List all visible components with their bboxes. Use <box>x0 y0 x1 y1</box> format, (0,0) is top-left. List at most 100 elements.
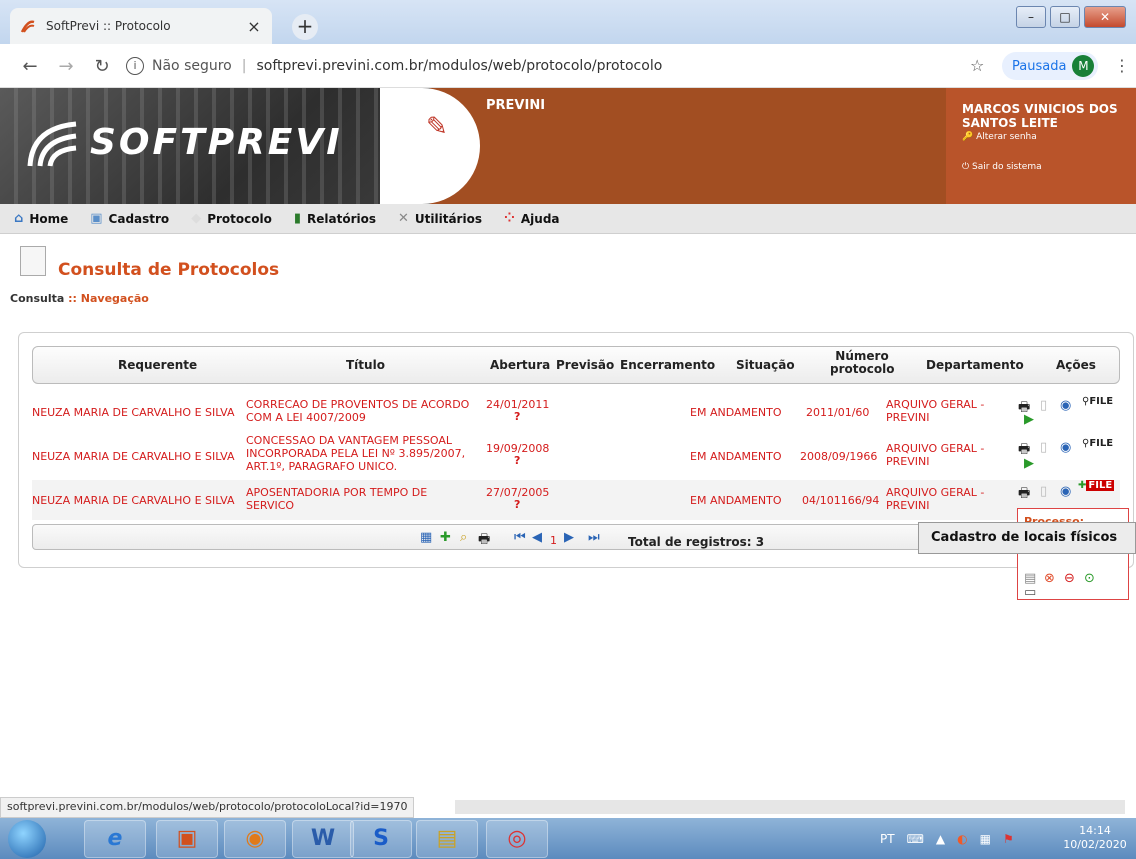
document-icon[interactable]: ▯ <box>1040 398 1047 413</box>
firefox-icon[interactable]: ◉ <box>224 820 286 858</box>
protocolo-icon: ◆ <box>191 211 202 226</box>
back-icon[interactable]: ← <box>20 56 40 77</box>
grid-icon[interactable]: ▦ <box>420 530 432 545</box>
volume-icon[interactable]: ◐ <box>957 832 967 846</box>
app-icon[interactable]: S <box>350 820 412 858</box>
logout-link[interactable]: ⏻ Sair do sistema <box>962 162 1120 172</box>
breadcrumb-navegacao[interactable]: Navegação <box>81 292 149 305</box>
cancel-icon[interactable]: ⊗ <box>1044 571 1055 586</box>
search-icon[interactable]: ⌕ <box>460 530 467 545</box>
cell-requerente[interactable]: NEUZA MARIA DE CARVALHO E SILVA <box>32 406 235 419</box>
header-encerramento[interactable]: Encerramento <box>620 358 715 372</box>
menu-relatorios[interactable]: ▮ Relatórios <box>294 211 376 226</box>
internet-explorer-icon[interactable]: e <box>84 820 146 858</box>
header-acoes: Ações <box>1056 358 1096 372</box>
file-icon[interactable]: ⚲FILE <box>1082 438 1113 449</box>
network-icon[interactable]: ▦ <box>980 832 991 846</box>
view-eye-icon[interactable]: ◉ <box>1060 398 1071 413</box>
expand-arrow-icon[interactable]: ▶ <box>1024 412 1034 427</box>
cell-titulo[interactable]: CONCESSAO DA VANTAGEM PESSOAL INCORPORAD… <box>246 434 476 473</box>
start-button[interactable] <box>8 820 46 858</box>
menu-utilitarios[interactable]: ✕ Utilitários <box>398 211 482 226</box>
cell-situacao: EM ANDAMENTO <box>690 494 782 507</box>
new-tab-button[interactable]: + <box>292 14 318 40</box>
maximize-button[interactable]: □ <box>1050 6 1080 28</box>
header-abertura[interactable]: Abertura <box>490 358 550 372</box>
card-icon[interactable]: ▭ <box>1024 585 1036 600</box>
tab-close-icon[interactable]: × <box>246 17 262 36</box>
header-titulo[interactable]: Título <box>346 358 385 372</box>
cell-requerente[interactable]: NEUZA MARIA DE CARVALHO E SILVA <box>32 494 235 507</box>
print-icon[interactable]: 🖶 <box>478 530 490 552</box>
tools-icon: ✕ <box>398 211 409 226</box>
clock[interactable]: 14:14 10/02/2020 <box>1060 824 1130 852</box>
page-number[interactable]: 1 <box>550 534 557 547</box>
menu-protocolo[interactable]: ◆ Protocolo <box>191 211 272 226</box>
minimize-button[interactable]: – <box>1016 6 1046 28</box>
window-close-button[interactable]: ✕ <box>1084 6 1126 28</box>
horizontal-scrollbar[interactable] <box>455 800 1125 814</box>
media-player-icon[interactable]: ▣ <box>156 820 218 858</box>
next-page-icon[interactable]: ▶ <box>564 530 574 545</box>
menu-home-label: Home <box>29 211 69 226</box>
browser-tab[interactable]: SoftPrevi :: Protocolo × <box>10 8 272 44</box>
stop-icon[interactable]: ⊖ <box>1064 571 1075 586</box>
url-text: softprevi.previni.com.br/modulos/web/pro… <box>256 58 663 74</box>
url-field[interactable]: i Não seguro | softprevi.previni.com.br/… <box>126 50 996 82</box>
cell-titulo[interactable]: APOSENTADORIA POR TEMPO DE SERVICO <box>246 486 476 512</box>
profile-button[interactable]: Pausada M <box>1002 52 1099 80</box>
bookmark-star-icon[interactable]: ☆ <box>970 56 984 75</box>
breadcrumb: Consulta :: Navegação <box>10 292 149 305</box>
keyboard-icon[interactable]: ⌨ <box>907 832 924 846</box>
browser-tab-bar: SoftPrevi :: Protocolo × + – □ ✕ <box>0 0 1136 44</box>
location-icon[interactable]: ▤ <box>1024 571 1036 586</box>
play-icon[interactable]: ⊙ <box>1084 571 1095 586</box>
reload-icon[interactable]: ↻ <box>92 56 112 77</box>
prev-page-icon[interactable]: ◀ <box>532 530 542 545</box>
key-icon: 🔑 <box>962 132 974 142</box>
info-icon[interactable]: i <box>126 57 144 75</box>
pen-area <box>380 88 480 204</box>
menu-kebab-icon[interactable]: ⋮ <box>1114 56 1130 75</box>
page-title: Consulta de Protocolos <box>58 260 280 280</box>
header-situacao[interactable]: Situação <box>736 358 795 372</box>
header-requerente[interactable]: Requerente <box>118 358 197 372</box>
logout-label: Sair do sistema <box>972 162 1042 172</box>
first-page-icon[interactable]: ⏮ <box>514 530 526 545</box>
tray-arrow-icon[interactable]: ▲ <box>936 832 945 846</box>
header-numero[interactable]: Número protocolo <box>830 350 894 376</box>
cell-requerente[interactable]: NEUZA MARIA DE CARVALHO E SILVA <box>32 450 235 463</box>
status-url: softprevi.previni.com.br/modulos/web/pro… <box>0 797 415 818</box>
word-icon[interactable]: W <box>292 820 354 858</box>
expand-arrow-icon[interactable]: ▶ <box>1024 456 1034 471</box>
add-file-icon[interactable]: ✚ FILE <box>1078 480 1115 491</box>
document-icon[interactable]: ▯ <box>1040 440 1047 455</box>
print-icon[interactable]: 🖶 <box>1018 484 1030 506</box>
add-icon[interactable]: ✚ <box>440 530 451 545</box>
file-explorer-icon[interactable]: ▤ <box>416 820 478 858</box>
total-records: Total de registros: 3 <box>628 535 765 549</box>
header-departamento[interactable]: Departamento <box>926 358 1024 372</box>
cell-situacao: EM ANDAMENTO <box>690 450 782 463</box>
cell-titulo[interactable]: CORRECAO DE PROVENTOS DE ACORDO COM A LE… <box>246 398 476 424</box>
menu-cadastro[interactable]: ▣ Cadastro <box>90 211 169 226</box>
file-icon[interactable]: ⚲FILE <box>1082 396 1113 407</box>
view-eye-icon[interactable]: ◉ <box>1060 484 1071 499</box>
menu-ajuda[interactable]: ⁘ Ajuda <box>504 211 560 226</box>
system-tray: PT ⌨ ▲ ◐ ▦ ⚑ <box>880 818 1014 859</box>
menu-home[interactable]: ⌂ Home <box>14 211 68 226</box>
last-page-icon[interactable]: ⏭ <box>588 530 600 545</box>
header-numero-line2: protocolo <box>830 362 895 376</box>
view-eye-icon[interactable]: ◉ <box>1060 440 1071 455</box>
menu-protocolo-label: Protocolo <box>207 211 272 226</box>
cell-flag: ? <box>514 454 521 467</box>
change-password-link[interactable]: 🔑 Alterar senha <box>962 132 1120 142</box>
chrome-icon[interactable]: ◎ <box>486 820 548 858</box>
flag-icon[interactable]: ⚑ <box>1003 832 1014 846</box>
language-indicator[interactable]: PT <box>880 832 895 846</box>
profile-state: Pausada <box>1012 58 1067 74</box>
tooltip: Cadastro de locais físicos <box>918 522 1136 554</box>
document-icon[interactable]: ▯ <box>1040 484 1047 499</box>
forward-icon[interactable]: → <box>56 56 76 77</box>
header-previsao[interactable]: Previsão <box>556 358 614 372</box>
